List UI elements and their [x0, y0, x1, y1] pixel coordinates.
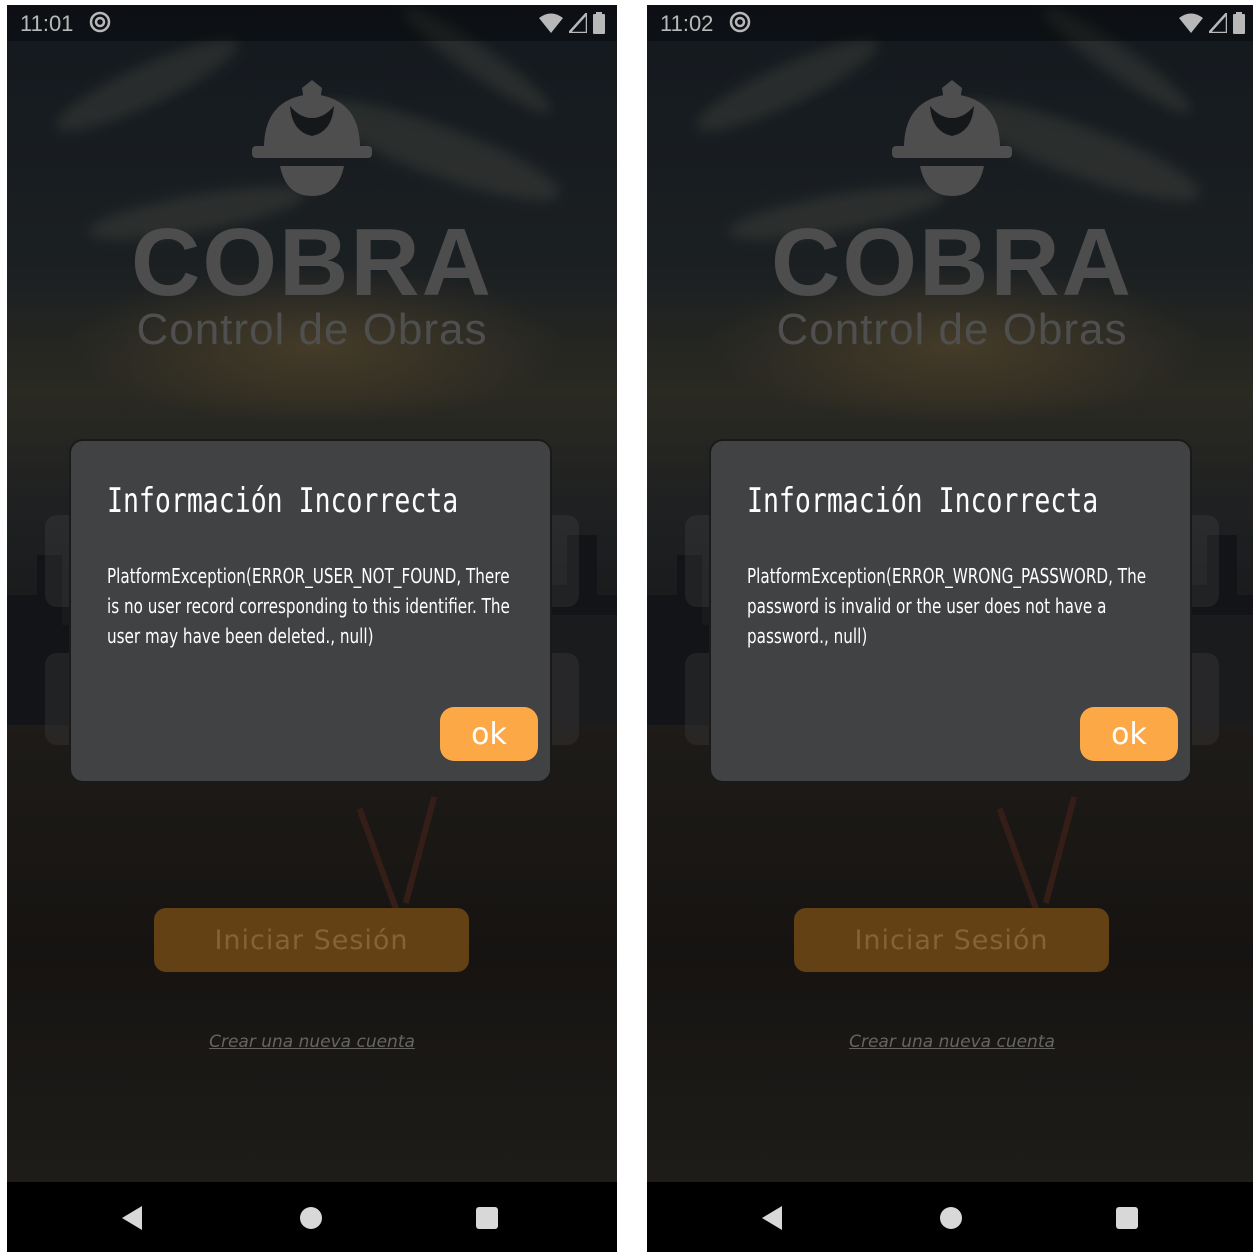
back-icon[interactable]	[762, 1206, 782, 1230]
phone-screen-2: 11:02 COBRA Control de Obras Iniciar Ses…	[647, 5, 1253, 1252]
error-dialog: Información Incorrecta PlatformException…	[69, 439, 552, 783]
navigation-bar	[7, 1182, 617, 1252]
back-icon[interactable]	[122, 1206, 142, 1230]
error-dialog: Información Incorrecta PlatformException…	[709, 439, 1192, 783]
home-icon[interactable]	[940, 1207, 962, 1229]
recents-icon[interactable]	[476, 1207, 498, 1229]
dialog-title: Información Incorrecta	[747, 481, 1099, 521]
dialog-message: PlatformException(ERROR_USER_NOT_FOUND, …	[107, 564, 510, 648]
dialog-message: PlatformException(ERROR_WRONG_PASSWORD, …	[747, 564, 1147, 648]
phone-screen-1: 11:01 COBRA Control de Obras Iniciar Ses…	[7, 5, 617, 1252]
navigation-bar	[647, 1182, 1253, 1252]
dialog-title: Información Incorrecta	[107, 481, 459, 521]
recents-icon[interactable]	[1116, 1207, 1138, 1229]
ok-button[interactable]: ok	[1080, 707, 1178, 761]
home-icon[interactable]	[300, 1207, 322, 1229]
ok-button[interactable]: ok	[440, 707, 538, 761]
